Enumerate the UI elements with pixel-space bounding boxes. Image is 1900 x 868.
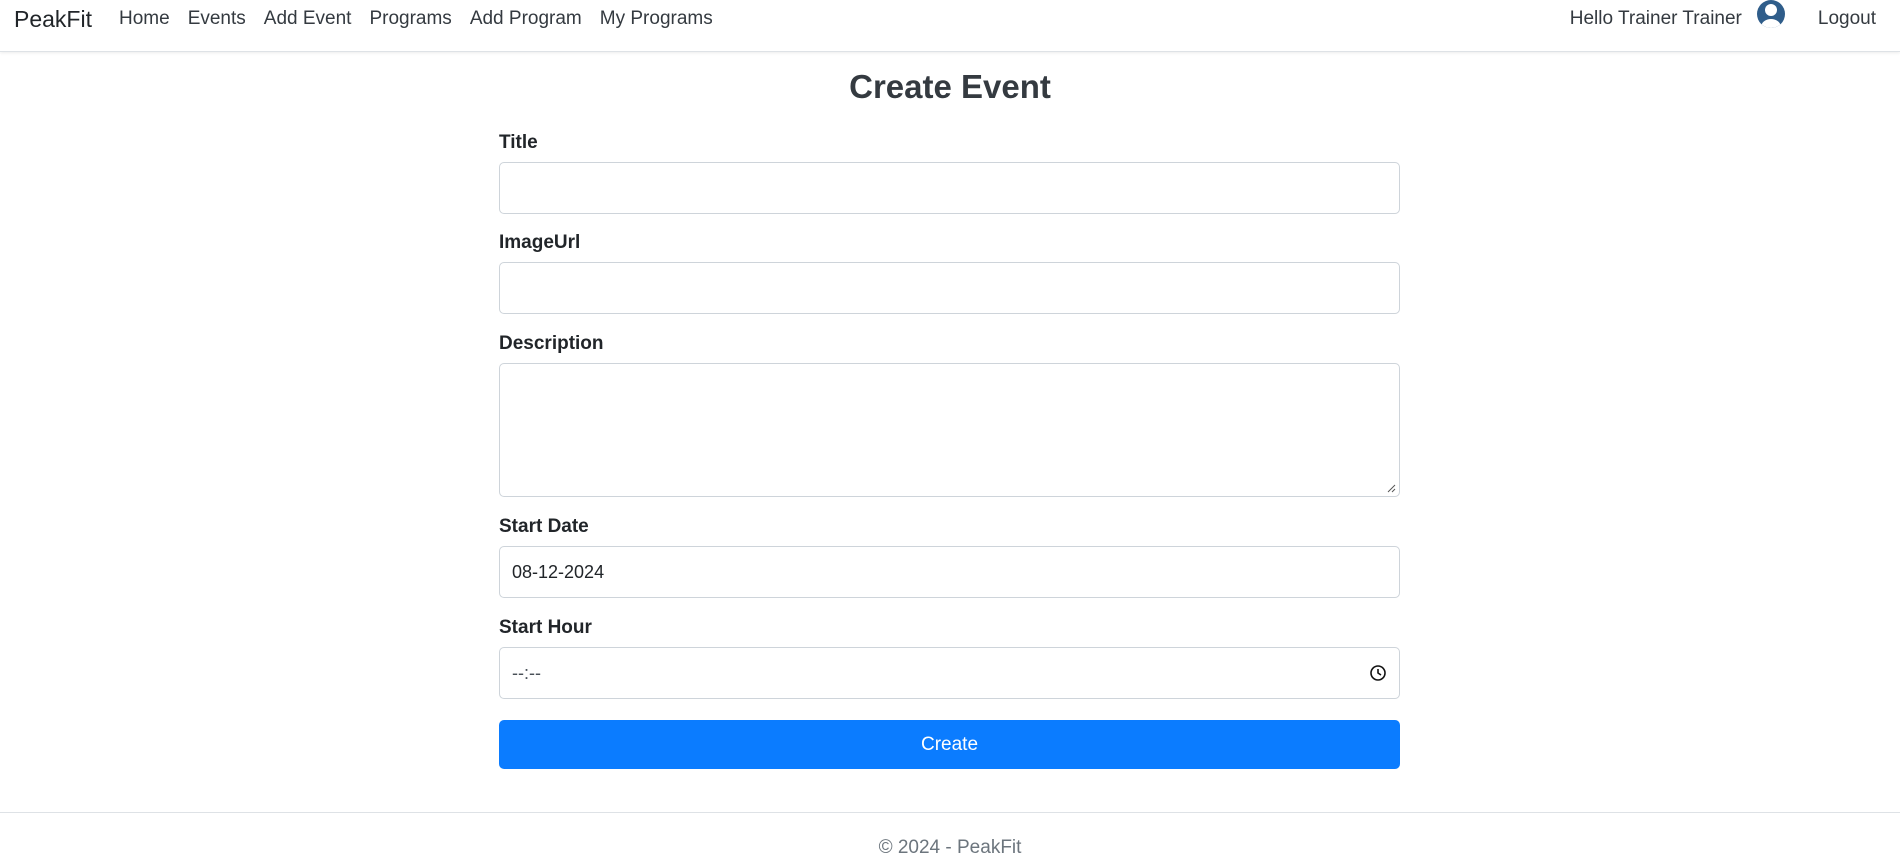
start-hour-value: --:-- (512, 662, 541, 683)
page-title: Create Event (849, 68, 1051, 105)
create-event-form: Title ImageUrl Description Start Date 08… (499, 132, 1400, 769)
logout-link[interactable]: Logout (1818, 8, 1876, 30)
image-url-input[interactable] (499, 262, 1400, 314)
start-date-input[interactable]: 08-12-2024 (499, 546, 1400, 598)
footer-copyright: © 2024 - PeakFit (878, 837, 1022, 858)
nav-my-programs[interactable]: My Programs (591, 8, 722, 30)
footer: © 2024 - PeakFit (0, 812, 1900, 868)
title-label: Title (499, 132, 538, 153)
user-avatar-icon[interactable] (1756, 0, 1786, 29)
top-navbar: PeakFit Home Events Add Event Programs A… (0, 0, 1900, 52)
create-button[interactable]: Create (499, 720, 1400, 769)
nav-home[interactable]: Home (110, 8, 179, 30)
nav-add-event[interactable]: Add Event (255, 8, 361, 30)
user-greeting[interactable]: Hello Trainer Trainer (1570, 8, 1742, 30)
brand-logo[interactable]: PeakFit (14, 6, 92, 33)
start-hour-input[interactable]: --:-- (499, 647, 1400, 699)
title-input[interactable] (499, 162, 1400, 214)
nav-events[interactable]: Events (179, 8, 255, 30)
nav-add-program[interactable]: Add Program (461, 8, 591, 30)
image-url-label: ImageUrl (499, 232, 581, 253)
start-date-label: Start Date (499, 516, 589, 537)
description-textarea[interactable] (499, 363, 1400, 497)
clock-icon[interactable] (1369, 664, 1387, 682)
start-hour-label: Start Hour (499, 617, 592, 638)
description-label: Description (499, 333, 604, 354)
nav-links: Home Events Add Event Programs Add Progr… (110, 8, 722, 30)
user-area: Hello Trainer Trainer Logout (1570, 0, 1876, 38)
resize-handle-icon[interactable] (1386, 483, 1396, 493)
nav-programs[interactable]: Programs (360, 8, 460, 30)
